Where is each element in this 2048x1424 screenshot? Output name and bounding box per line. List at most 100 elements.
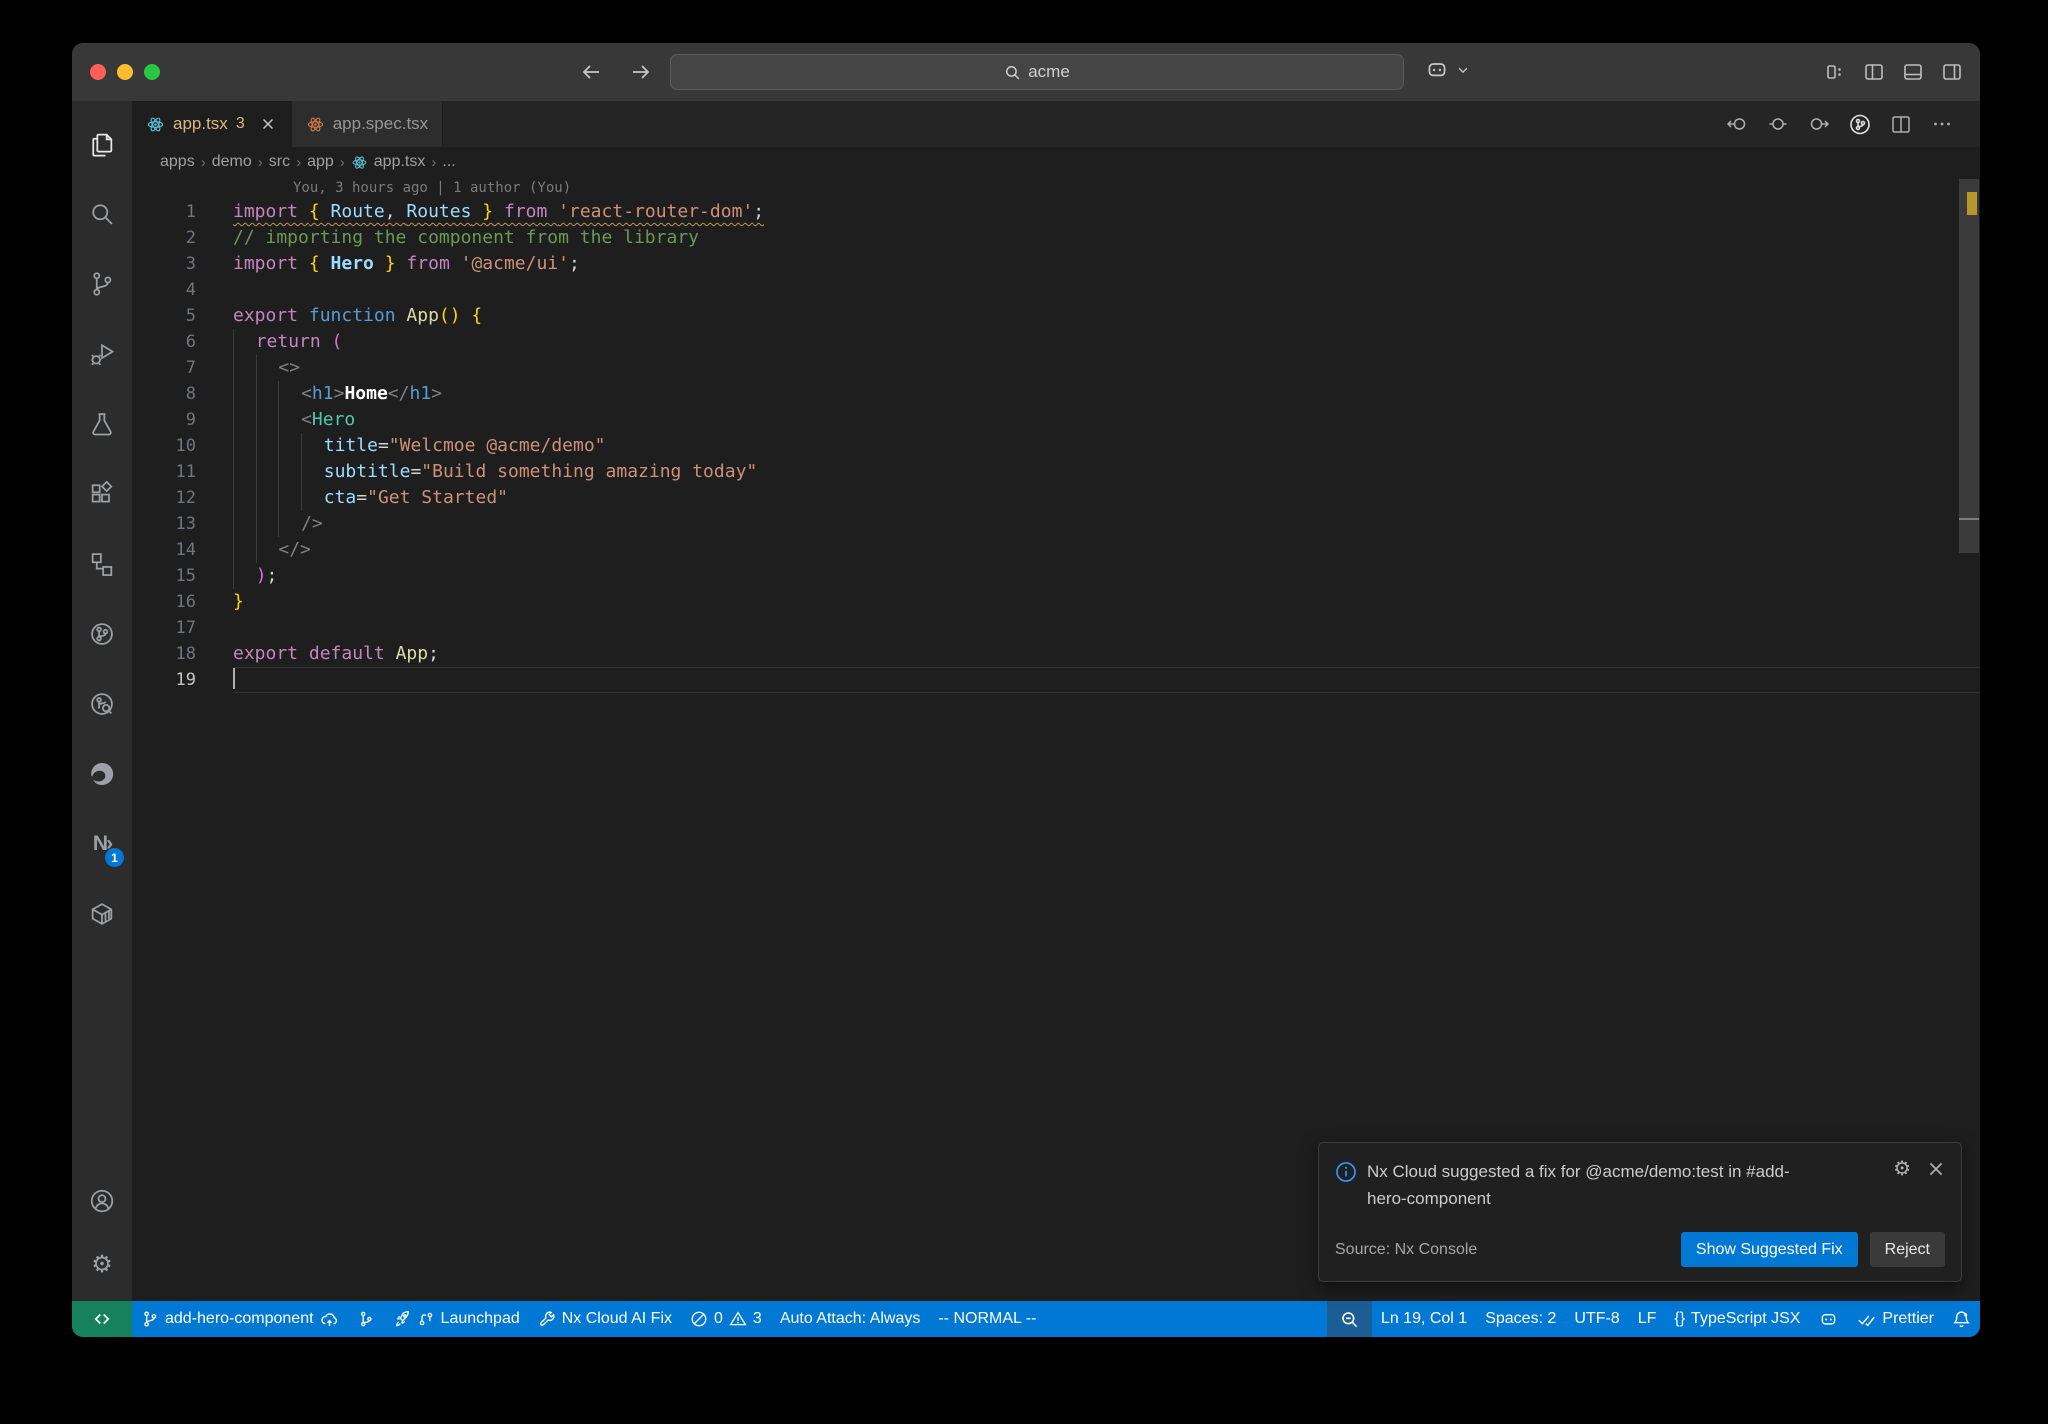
explorer-icon[interactable] [72, 109, 132, 179]
toggle-primary-sidebar-icon[interactable] [1862, 60, 1886, 84]
problems-status[interactable]: 0 3 [681, 1301, 771, 1337]
split-editor-icon[interactable] [1889, 112, 1913, 136]
tab-app-spec-tsx[interactable]: app.spec.tsx [291, 101, 444, 147]
maximize-window-button[interactable] [144, 64, 160, 80]
formatter-status[interactable]: Prettier [1848, 1301, 1943, 1337]
code-line-1[interactable]: 1 import { Route, Routes } from 'react-ro… [132, 199, 1980, 225]
breadcrumb-separator: › [257, 153, 263, 171]
breadcrumb-item[interactable]: apps [160, 153, 195, 171]
edge-browser-icon[interactable] [72, 739, 132, 809]
remote-explorer-icon[interactable] [72, 529, 132, 599]
line-content [233, 277, 1980, 303]
code-line-13[interactable]: 13 /> [132, 511, 1980, 537]
nx-cloud-fix-status[interactable]: Nx Cloud AI Fix [529, 1301, 681, 1337]
indentation-status[interactable]: Spaces: 2 [1476, 1301, 1565, 1337]
zoom-indicator[interactable] [1326, 1301, 1372, 1337]
breadcrumb-item[interactable]: demo [212, 153, 252, 171]
code-line-19[interactable]: 19 [132, 667, 1980, 693]
extensions-icon[interactable] [72, 459, 132, 529]
source-control-icon[interactable] [72, 249, 132, 319]
code-line-8[interactable]: 8 <h1>Home</h1> [132, 381, 1980, 407]
code-line-11[interactable]: 11 subtitle="Build something amazing tod… [132, 459, 1980, 485]
bell-icon [1952, 1310, 1971, 1329]
git-branch-status[interactable]: add-hero-component [132, 1301, 348, 1337]
source-control-graph-status[interactable] [348, 1301, 384, 1337]
code-line-7[interactable]: 7 <> [132, 355, 1980, 381]
window-controls [90, 64, 160, 80]
copilot-status[interactable] [1809, 1301, 1848, 1337]
launchpad-status[interactable]: Launchpad [384, 1301, 529, 1337]
code-line-4[interactable]: 4 [132, 277, 1980, 303]
previous-change-icon[interactable] [1725, 112, 1749, 136]
cursor-position-status[interactable]: Ln 19, Col 1 [1372, 1301, 1476, 1337]
git-graph-circle-icon[interactable] [72, 599, 132, 669]
publish-cloud-icon [320, 1310, 339, 1329]
testing-icon[interactable] [72, 389, 132, 459]
eol-status[interactable]: LF [1629, 1301, 1666, 1337]
scrollbar-thumb[interactable] [1959, 179, 1979, 553]
breadcrumb-item[interactable]: ... [442, 153, 455, 171]
nx-project-graph-icon[interactable] [1848, 112, 1872, 136]
language-mode-status[interactable]: {} TypeScript JSX [1665, 1301, 1809, 1337]
close-tab-icon[interactable] [259, 115, 277, 133]
breadcrumb-item[interactable]: app.tsx [374, 153, 426, 171]
tab-label: app.tsx [173, 114, 228, 133]
code-line-18[interactable]: 18 export default App; [132, 641, 1980, 667]
breadcrumb-item[interactable]: src [269, 153, 290, 171]
toggle-secondary-sidebar-icon[interactable] [1940, 60, 1964, 84]
line-content: <h1>Home</h1> [233, 381, 1980, 407]
run-debug-icon[interactable] [72, 319, 132, 389]
notification-close-icon[interactable] [1927, 1160, 1945, 1178]
vim-mode-status[interactable]: -- NORMAL -- [929, 1301, 1045, 1337]
close-window-button[interactable] [90, 64, 106, 80]
tab-app-tsx[interactable]: app.tsx 3 [132, 101, 292, 147]
tab-bar: app.tsx 3 app.spec.tsx [132, 101, 1980, 147]
code-line-2[interactable]: 2 // importing the component from the lib… [132, 225, 1980, 251]
copilot-menu[interactable] [1424, 57, 1470, 83]
notification-settings-icon[interactable]: ⚙ [1893, 1159, 1911, 1179]
chevron-down-icon [1456, 63, 1470, 77]
line-number: 10 [175, 436, 196, 456]
code-line-5[interactable]: 5 export function App() { [132, 303, 1980, 329]
code-line-15[interactable]: 15 ); [132, 563, 1980, 589]
navigate-back-icon[interactable] [577, 58, 605, 86]
code-line-14[interactable]: 14 </> [132, 537, 1980, 563]
copilot-icon [1818, 1309, 1839, 1330]
customize-layout-icon[interactable] [1823, 60, 1847, 84]
code-line-3[interactable]: 3 import { Hero } from '@acme/ui'; [132, 251, 1980, 277]
show-suggested-fix-button[interactable]: Show Suggested Fix [1680, 1232, 1858, 1267]
editor-scrollbar[interactable] [1958, 177, 1980, 1301]
current-change-icon[interactable] [1766, 112, 1790, 136]
double-check-icon [1857, 1310, 1876, 1329]
encoding-status[interactable]: UTF-8 [1565, 1301, 1628, 1337]
gitlens-inspect-icon[interactable] [72, 669, 132, 739]
more-actions-icon[interactable] [1930, 112, 1954, 136]
activity-bar: N› 1 ⚙ [72, 101, 132, 1301]
command-center-search[interactable]: acme [670, 54, 1404, 90]
breadcrumb-item[interactable]: app [307, 153, 334, 171]
toggle-panel-icon[interactable] [1901, 60, 1925, 84]
container-icon[interactable] [72, 879, 132, 949]
nx-console-icon[interactable]: N› 1 [72, 809, 132, 879]
line-number: 7 [185, 358, 196, 378]
accounts-icon[interactable] [72, 1169, 132, 1233]
code-line-17[interactable]: 17 [132, 615, 1980, 641]
launchpad-label: Launchpad [440, 1310, 520, 1327]
minimize-window-button[interactable] [117, 64, 133, 80]
search-view-icon[interactable] [72, 179, 132, 249]
code-line-16[interactable]: 16} [132, 589, 1980, 615]
reject-button[interactable]: Reject [1869, 1232, 1945, 1267]
remote-indicator[interactable] [72, 1301, 132, 1337]
auto-attach-status[interactable]: Auto Attach: Always [771, 1301, 930, 1337]
next-change-icon[interactable] [1807, 112, 1831, 136]
text-cursor [233, 668, 235, 689]
navigate-forward-icon[interactable] [627, 58, 655, 86]
settings-gear-icon[interactable]: ⚙ [72, 1233, 132, 1297]
code-line-6[interactable]: 6 return ( [132, 329, 1980, 355]
notifications-bell[interactable] [1943, 1301, 1980, 1337]
tab-label: app.spec.tsx [332, 114, 429, 133]
code-line-9[interactable]: 9 <Hero [132, 407, 1980, 433]
code-line-12[interactable]: 12 cta="Get Started" [132, 485, 1980, 511]
code-editor[interactable]: You, 3 hours ago | 1 author (You) 1 impor… [132, 177, 1980, 1301]
code-line-10[interactable]: 10 title="Welcmoe @acme/demo" [132, 433, 1980, 459]
